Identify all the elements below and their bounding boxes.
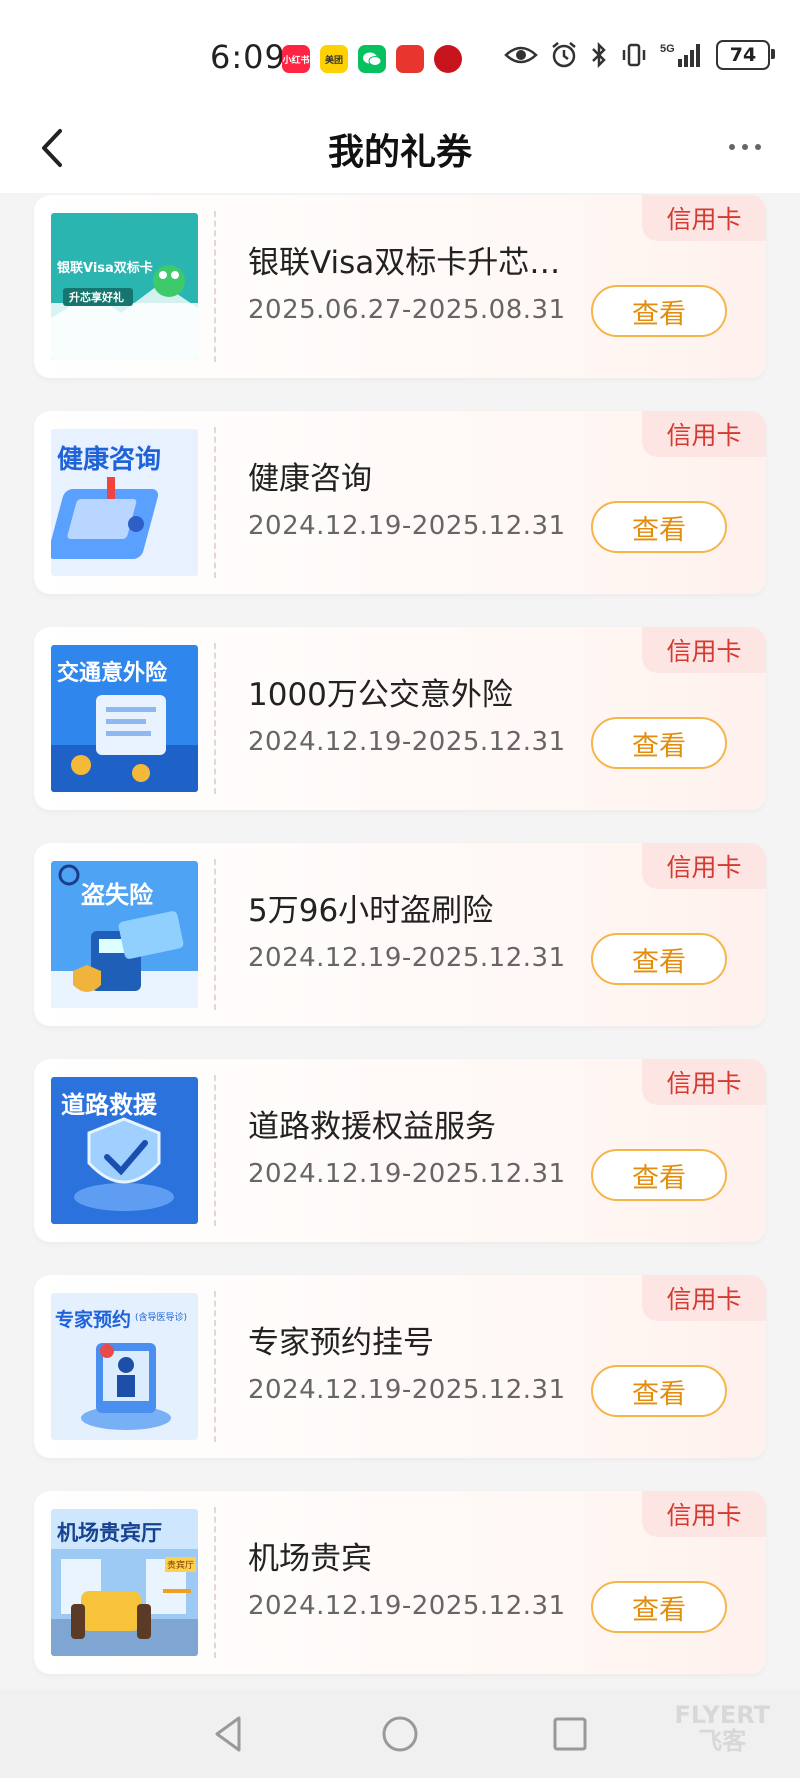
- coupon-title: 1000万公交意外险: [248, 677, 513, 713]
- status-bar: 6:09 小红书 美团 5G 74: [0, 0, 800, 105]
- view-button[interactable]: 查看: [591, 1365, 727, 1417]
- triangle-back-icon: [215, 1716, 241, 1752]
- coupon-date: 2024.12.19-2025.12.31: [248, 943, 566, 973]
- view-button[interactable]: 查看: [591, 717, 727, 769]
- thumbnail-title: 盗失险: [81, 881, 153, 909]
- coupon-card[interactable]: 银联Visa双标卡 升芯享好礼 银联Visa双标卡升芯… 2025.06.27-…: [34, 195, 766, 378]
- divider: [214, 1507, 216, 1658]
- coupon-title: 健康咨询: [248, 461, 372, 497]
- divider: [214, 1291, 216, 1442]
- divider: [214, 859, 216, 1010]
- battery-icon: 74: [716, 40, 775, 70]
- coupon-title: 道路救援权益服务: [248, 1109, 496, 1145]
- view-button[interactable]: 查看: [591, 285, 727, 337]
- coupon-thumbnail: 机场贵宾厅 贵宾厅: [51, 1509, 198, 1656]
- nav-back-button[interactable]: [207, 1712, 251, 1756]
- view-button[interactable]: 查看: [591, 1149, 727, 1201]
- wechat-icon: [358, 45, 386, 73]
- notification-app-icons: 小红书 美团: [282, 45, 462, 73]
- dot-icon: [729, 144, 735, 150]
- view-button[interactable]: 查看: [591, 1581, 727, 1633]
- eye-icon: [504, 40, 538, 70]
- header: 我的礼券: [0, 105, 800, 193]
- thumbnail-subtitle: 贵宾厅: [165, 1557, 197, 1572]
- vibrate-icon: [620, 40, 648, 70]
- dot-icon: [742, 144, 748, 150]
- coupon-title: 银联Visa双标卡升芯…: [248, 245, 561, 281]
- signal-5g-icon: 5G: [660, 40, 704, 70]
- coupon-title: 机场贵宾: [248, 1541, 372, 1577]
- view-button[interactable]: 查看: [591, 501, 727, 553]
- coupon-type-badge: 信用卡: [642, 195, 766, 241]
- coupon-list[interactable]: 银联Visa双标卡 升芯享好礼 银联Visa双标卡升芯… 2025.06.27-…: [0, 193, 800, 1690]
- coupon-thumbnail: 健康咨询: [51, 429, 198, 576]
- thumbnail-title: 交通意外险: [57, 661, 168, 686]
- thumbnail-title: 机场贵宾厅: [57, 1521, 162, 1545]
- coupon-date: 2024.12.19-2025.12.31: [248, 511, 566, 541]
- coupon-type-badge: 信用卡: [642, 411, 766, 457]
- coupon-card[interactable]: 健康咨询 健康咨询 2024.12.19-2025.12.31 信用卡 查看: [34, 411, 766, 594]
- coupon-type-badge: 信用卡: [642, 627, 766, 673]
- coupon-card[interactable]: 交通意外险 1000万公交意外险 2024.12.19-2025.12.31 信…: [34, 627, 766, 810]
- thumbnail-title: 专家预约: [55, 1309, 132, 1331]
- coupon-thumbnail: 盗失险: [51, 861, 198, 1008]
- coupon-card[interactable]: 道路救援 道路救援权益服务 2024.12.19-2025.12.31 信用卡 …: [34, 1059, 766, 1242]
- thumbnail-title: 健康咨询: [57, 445, 162, 475]
- meituan-icon: 美团: [320, 45, 348, 73]
- divider: [214, 1075, 216, 1226]
- thumbnail-subtitle: (含导医导诊): [135, 1313, 188, 1323]
- watermark: FLYERT 飞客: [675, 1702, 771, 1754]
- coupon-thumbnail: 银联Visa双标卡 升芯享好礼: [51, 213, 198, 360]
- more-options-button[interactable]: [720, 127, 770, 167]
- divider: [214, 643, 216, 794]
- circle-home-icon: [382, 1716, 418, 1752]
- coupon-thumbnail: 专家预约 (含导医导诊): [51, 1293, 198, 1440]
- coupon-card[interactable]: 专家预约 (含导医导诊) 专家预约挂号 2024.12.19-2025.12.3…: [34, 1275, 766, 1458]
- coupon-thumbnail: 道路救援: [51, 1077, 198, 1224]
- watermark-line1: FLYERT: [674, 1701, 771, 1729]
- status-time: 6:09: [210, 38, 286, 76]
- system-status-icons: 5G 74: [504, 40, 775, 70]
- coupon-thumbnail: 交通意外险: [51, 645, 198, 792]
- square-recents-icon: [553, 1717, 587, 1751]
- coupon-type-badge: 信用卡: [642, 1275, 766, 1321]
- bluetooth-icon: [590, 40, 608, 70]
- coupon-title: 专家预约挂号: [248, 1325, 434, 1361]
- divider: [214, 427, 216, 578]
- nav-home-button[interactable]: [378, 1712, 422, 1756]
- system-navigation-bar: FLYERT 飞客: [0, 1690, 800, 1778]
- coupon-date: 2024.12.19-2025.12.31: [248, 727, 566, 757]
- coupon-date: 2025.06.27-2025.08.31: [248, 295, 566, 325]
- app-darkred-icon: [434, 45, 462, 73]
- coupon-type-badge: 信用卡: [642, 1491, 766, 1537]
- coupon-date: 2024.12.19-2025.12.31: [248, 1375, 566, 1405]
- view-button[interactable]: 查看: [591, 933, 727, 985]
- xiaohongshu-icon: 小红书: [282, 45, 310, 73]
- divider: [214, 211, 216, 362]
- thumbnail-title: 银联Visa双标卡: [57, 261, 153, 276]
- coupon-type-badge: 信用卡: [642, 843, 766, 889]
- dot-icon: [755, 144, 761, 150]
- thumbnail-subtitle: 升芯享好礼: [69, 291, 124, 304]
- coupon-card[interactable]: 机场贵宾厅 贵宾厅 机场贵宾 2024.12.19-2025.12.31 信用卡…: [34, 1491, 766, 1674]
- alarm-icon: [550, 40, 578, 70]
- nav-recents-button[interactable]: [548, 1712, 592, 1756]
- coupon-title: 5万96小时盗刷险: [248, 893, 494, 929]
- coupon-date: 2024.12.19-2025.12.31: [248, 1591, 566, 1621]
- app-red-icon: [396, 45, 424, 73]
- watermark-line2: 飞客: [698, 1727, 747, 1755]
- svg-text:5G: 5G: [660, 43, 675, 55]
- page-title: 我的礼券: [327, 132, 472, 173]
- coupon-card[interactable]: 盗失险 5万96小时盗刷险 2024.12.19-2025.12.31 信用卡 …: [34, 843, 766, 1026]
- coupon-date: 2024.12.19-2025.12.31: [248, 1159, 566, 1189]
- thumbnail-title: 道路救援: [61, 1091, 157, 1119]
- coupon-type-badge: 信用卡: [642, 1059, 766, 1105]
